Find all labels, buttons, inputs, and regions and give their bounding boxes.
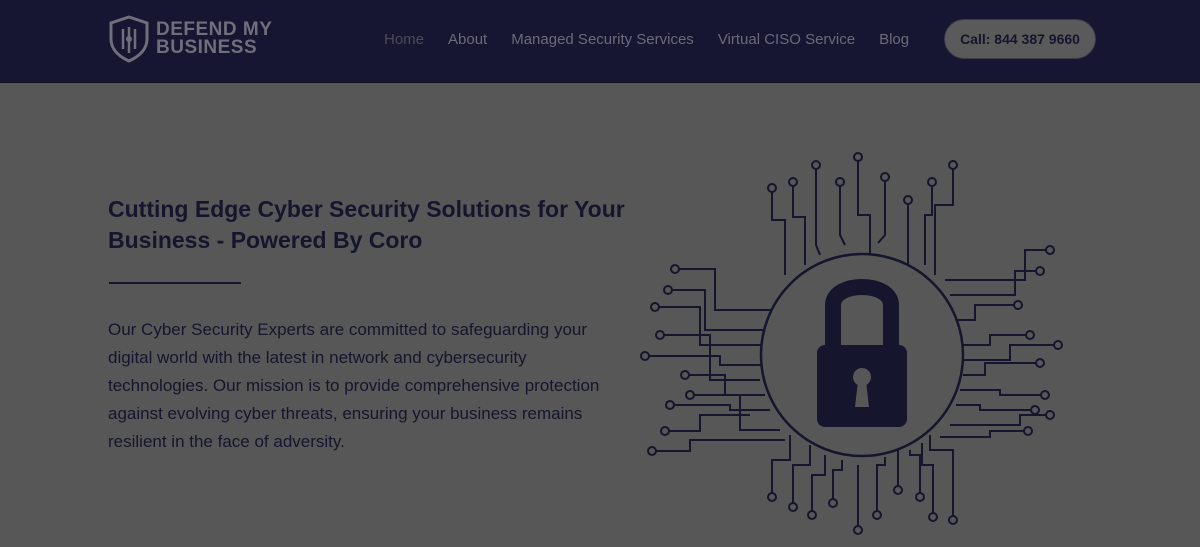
cyber-lock-illustration	[640, 152, 1063, 535]
nav-virtual-ciso-service[interactable]: Virtual CISO Service	[718, 31, 855, 48]
hero-description: Our Cyber Security Experts are committed…	[108, 320, 600, 451]
nav-home[interactable]: Home	[384, 31, 424, 48]
main-nav: Home About Managed Security Services Vir…	[384, 31, 909, 48]
site-logo[interactable]: DEFEND MY BUSINESS	[108, 15, 272, 63]
heading-divider	[109, 282, 241, 284]
call-button[interactable]: Call: 844 387 9660	[944, 19, 1096, 59]
shield-logo-icon	[109, 15, 149, 63]
logo-line-2: BUSINESS	[156, 37, 258, 58]
nav-managed-security-services[interactable]: Managed Security Services	[511, 31, 694, 48]
top-navigation-bar: DEFEND MY BUSINESS Home About Managed Se…	[0, 0, 1200, 83]
hero-title: Cutting Edge Cyber Security Solutions fo…	[108, 196, 625, 253]
nav-blog[interactable]: Blog	[879, 31, 909, 48]
logo-wordmark: DEFEND MY BUSINESS	[156, 20, 272, 58]
nav-about[interactable]: About	[448, 31, 487, 48]
